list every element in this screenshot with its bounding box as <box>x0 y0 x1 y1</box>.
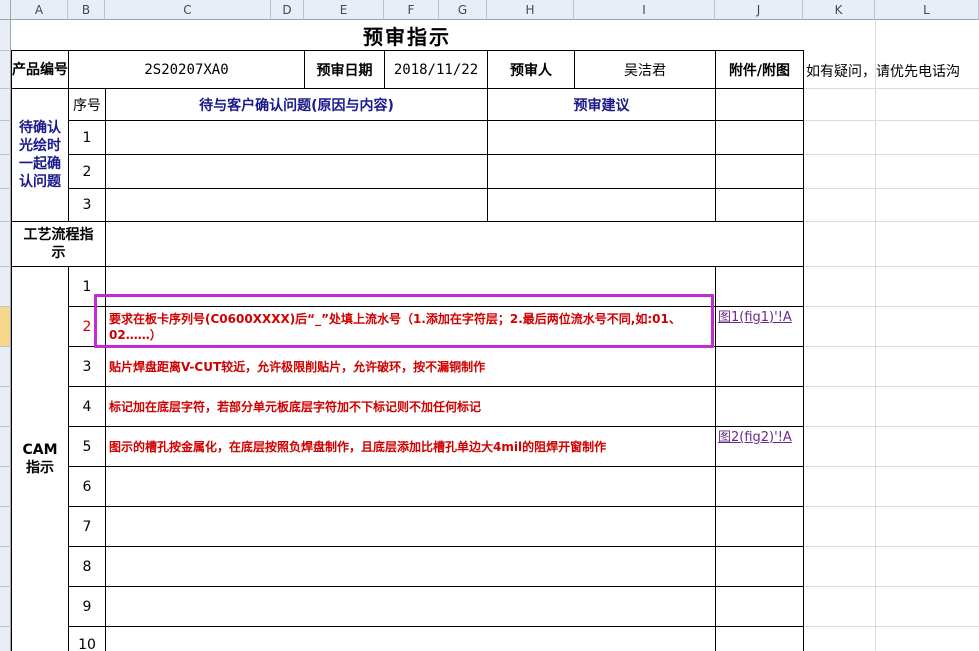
confirm-suggest-cell[interactable] <box>487 120 716 155</box>
column-header-l[interactable]: L <box>875 0 979 20</box>
cam-attachment-cell[interactable] <box>715 466 804 507</box>
attachment-cell[interactable] <box>715 120 804 155</box>
column-header-h[interactable]: H <box>487 0 574 20</box>
confirm-section-label[interactable]: 待确认光绘时一起确认问题 <box>11 88 69 222</box>
column-header-e[interactable]: E <box>304 0 384 20</box>
cam-row-number[interactable]: 10 <box>68 626 106 651</box>
attachment-link[interactable]: 图1(fig1)'!A <box>715 306 804 347</box>
seq-header[interactable]: 序号 <box>68 88 106 121</box>
process-cell[interactable] <box>105 221 804 267</box>
confirm-issue-cell[interactable] <box>105 188 488 222</box>
cam-row-number[interactable]: 7 <box>68 506 106 547</box>
cam-instruction-cell[interactable]: 标记加在底层字符，若部分单元板底层字符加不下标记则不加任何标记 <box>105 386 716 427</box>
attachment-label[interactable]: 附件/附图 <box>715 50 804 89</box>
column-header-a[interactable]: A <box>11 0 68 20</box>
cam-attachment-cell[interactable] <box>715 546 804 587</box>
cam-instruction-cell[interactable] <box>105 586 716 627</box>
cam-row-number[interactable]: 3 <box>68 346 106 387</box>
product-no-label[interactable]: 产品编号 <box>11 50 69 89</box>
cam-attachment-cell[interactable] <box>715 626 804 651</box>
column-header-f[interactable]: F <box>384 0 439 20</box>
selection-highlight-box <box>94 294 714 348</box>
attachment-cell[interactable] <box>715 188 804 222</box>
column-header-k[interactable]: K <box>803 0 875 20</box>
reviewer-value[interactable]: 吴洁君 <box>574 50 716 89</box>
contact-note[interactable]: 如有疑问，请优先电话沟 <box>806 61 960 81</box>
column-header-i[interactable]: I <box>574 0 715 20</box>
cam-instruction-cell[interactable] <box>105 546 716 587</box>
cam-attachment-cell[interactable] <box>715 586 804 627</box>
sheet-title[interactable]: 预审指示 <box>11 20 803 50</box>
cam-instruction-cell[interactable]: 贴片焊盘距离V-CUT较近，允许极限削贴片，允许破环，按不漏铜制作 <box>105 346 716 387</box>
confirm-issue-cell[interactable] <box>105 120 488 155</box>
confirm-row-number[interactable]: 2 <box>68 154 106 189</box>
cam-instruction-cell[interactable]: 图示的槽孔按金属化，在底层按照负焊盘制作，且底层添加比槽孔单边大4mil的阻焊开… <box>105 426 716 467</box>
reviewer-label[interactable]: 预审人 <box>487 50 575 89</box>
process-label[interactable]: 工艺流程指示 <box>11 221 106 267</box>
row-header-selected[interactable] <box>0 306 11 346</box>
attachment-cell[interactable] <box>715 88 804 121</box>
column-header-j[interactable]: J <box>715 0 803 20</box>
confirm-suggest-cell[interactable] <box>487 188 716 222</box>
attachment-link[interactable]: 图2(fig2)'!A <box>715 426 804 467</box>
cam-row-number[interactable]: 6 <box>68 466 106 507</box>
confirm-row-number[interactable]: 1 <box>68 120 106 155</box>
review-date-value[interactable]: 2018/11/22 <box>384 50 488 89</box>
cam-instruction-cell[interactable] <box>105 626 716 651</box>
confirm-issue-cell[interactable] <box>105 154 488 189</box>
attachment-cell[interactable] <box>715 154 804 189</box>
column-header-c[interactable]: C <box>105 0 271 20</box>
cam-instruction-cell[interactable] <box>105 466 716 507</box>
column-header-g[interactable]: G <box>439 0 487 20</box>
column-header-b[interactable]: B <box>68 0 105 20</box>
cam-attachment-cell[interactable] <box>715 506 804 547</box>
confirm-row-number[interactable]: 3 <box>68 188 106 222</box>
cam-row-number[interactable]: 9 <box>68 586 106 627</box>
cam-instruction-cell[interactable] <box>105 506 716 547</box>
confirm-suggest-cell[interactable] <box>487 154 716 189</box>
review-date-label[interactable]: 预审日期 <box>304 50 385 89</box>
issue-header[interactable]: 待与客户确认问题(原因与内容) <box>105 88 488 121</box>
cam-row-number[interactable]: 4 <box>68 386 106 427</box>
cam-attachment-cell[interactable] <box>715 266 804 307</box>
cam-section-label[interactable]: CAM指示 <box>11 266 69 651</box>
select-all-corner[interactable] <box>0 0 11 20</box>
product-no-value[interactable]: 2S20207XA0 <box>68 50 305 89</box>
cam-row-number[interactable]: 5 <box>68 426 106 467</box>
suggest-header[interactable]: 预审建议 <box>487 88 716 121</box>
cam-attachment-cell[interactable] <box>715 386 804 427</box>
cam-row-number[interactable]: 8 <box>68 546 106 587</box>
column-header-d[interactable]: D <box>271 0 304 20</box>
cam-attachment-cell[interactable] <box>715 346 804 387</box>
